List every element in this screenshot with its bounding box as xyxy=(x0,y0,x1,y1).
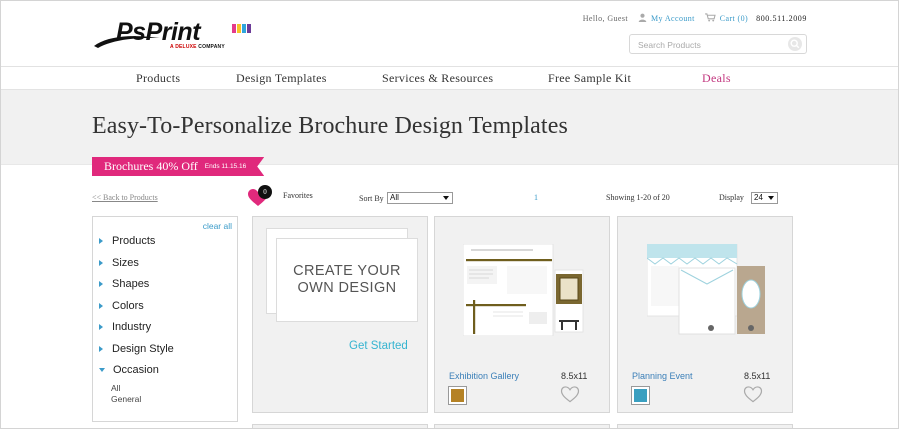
caret-right-icon xyxy=(99,324,103,330)
favorites-count-badge: 0 xyxy=(258,185,272,199)
greeting-text: Hello, Guest xyxy=(582,13,628,23)
filter-industry[interactable]: Industry xyxy=(99,321,151,333)
sort-by-label: Sort By xyxy=(359,194,384,203)
planning-event-thumbnail[interactable] xyxy=(647,244,769,336)
nav-deals[interactable]: Deals xyxy=(702,71,731,86)
caret-right-icon xyxy=(99,346,103,352)
display-label: Display xyxy=(719,193,744,202)
search-icon[interactable] xyxy=(788,37,802,51)
search-input[interactable] xyxy=(630,36,780,54)
display-count-select[interactable]: 24 xyxy=(751,192,778,204)
caret-right-icon xyxy=(99,260,103,266)
caret-right-icon xyxy=(99,281,103,287)
main-nav: Products Design Templates Services & Res… xyxy=(0,66,899,89)
get-started-link[interactable]: Get Started xyxy=(349,340,408,352)
template-size: 8.5x11 xyxy=(561,371,588,381)
cart-link[interactable]: Cart (0) xyxy=(720,14,748,23)
caret-right-icon xyxy=(99,238,103,244)
filter-sidebar: clear all Products Sizes Shapes Colors I… xyxy=(92,216,238,422)
caret-down-icon xyxy=(99,368,105,372)
nav-free-sample-kit[interactable]: Free Sample Kit xyxy=(548,71,631,86)
filter-occasion[interactable]: Occasion xyxy=(99,364,159,376)
template-card-next-row[interactable] xyxy=(617,424,793,429)
promo-label: Brochures 40% Off xyxy=(104,159,198,173)
filter-colors[interactable]: Colors xyxy=(99,300,144,312)
create-line-2: OWN DESIGN xyxy=(297,280,397,296)
page-header: Easy-To-Personalize Brochure Design Temp… xyxy=(0,89,899,165)
utility-bar: Hello, Guest My Account Cart (0) 800.511… xyxy=(583,12,807,24)
favorite-heart-icon[interactable] xyxy=(560,386,580,403)
phone-number: 800.511.2009 xyxy=(756,13,807,23)
chevron-down-icon xyxy=(443,196,449,200)
results-count: Showing 1-20 of 20 xyxy=(606,193,670,202)
nav-products[interactable]: Products xyxy=(136,71,180,86)
filter-products[interactable]: Products xyxy=(99,235,155,247)
template-size: 8.5x11 xyxy=(744,371,771,381)
favorites-label: Favorites xyxy=(283,191,313,200)
user-icon xyxy=(638,13,647,24)
filter-sizes[interactable]: Sizes xyxy=(99,257,139,269)
favorite-heart-icon[interactable] xyxy=(743,386,763,403)
caret-right-icon xyxy=(99,303,103,309)
nav-design-templates[interactable]: Design Templates xyxy=(236,71,327,86)
occasion-option-all[interactable]: All xyxy=(111,383,120,393)
psprint-logo[interactable]: PsPrint A DELUXE COMPANY xyxy=(92,18,262,52)
template-card-next-row[interactable] xyxy=(434,424,610,429)
create-own-design-preview: CREATE YOUR OWN DESIGN xyxy=(276,238,418,322)
chevron-down-icon xyxy=(768,196,774,200)
template-card-next-row[interactable] xyxy=(252,424,428,429)
color-swatch[interactable] xyxy=(448,386,467,405)
back-to-products-link[interactable]: << Back to Products xyxy=(92,193,158,202)
my-account-link[interactable]: My Account xyxy=(651,14,695,23)
template-name-link[interactable]: Exhibition Gallery xyxy=(449,371,519,381)
template-name-link[interactable]: Planning Event xyxy=(632,371,693,381)
display-count-value: 24 xyxy=(754,193,763,202)
logo-color-bars xyxy=(232,24,251,33)
logo-tagline: A DELUXE COMPANY xyxy=(170,44,225,50)
create-line-1: CREATE YOUR xyxy=(293,263,401,279)
clear-all-link[interactable]: clear all xyxy=(203,221,232,231)
cart-icon[interactable] xyxy=(704,12,716,24)
occasion-option-general[interactable]: General xyxy=(111,394,141,404)
promo-banner[interactable]: Brochures 40% Off Ends 11.15.16 xyxy=(92,157,264,176)
color-swatch[interactable] xyxy=(631,386,650,405)
favorites-button[interactable]: 0 xyxy=(248,185,272,207)
exhibition-gallery-thumbnail[interactable] xyxy=(463,244,585,336)
nav-services-resources[interactable]: Services & Resources xyxy=(382,71,493,86)
promo-end-date: Ends 11.15.16 xyxy=(204,163,247,170)
filter-design-style[interactable]: Design Style xyxy=(99,343,174,355)
sort-by-select[interactable]: All xyxy=(387,192,453,204)
page-link-1[interactable]: 1 xyxy=(534,193,538,202)
sort-by-value: All xyxy=(390,193,399,202)
page-title: Easy-To-Personalize Brochure Design Temp… xyxy=(92,113,568,139)
filter-shapes[interactable]: Shapes xyxy=(99,278,149,290)
logo-wordmark: PsPrint xyxy=(116,18,201,46)
search-box xyxy=(629,34,807,54)
